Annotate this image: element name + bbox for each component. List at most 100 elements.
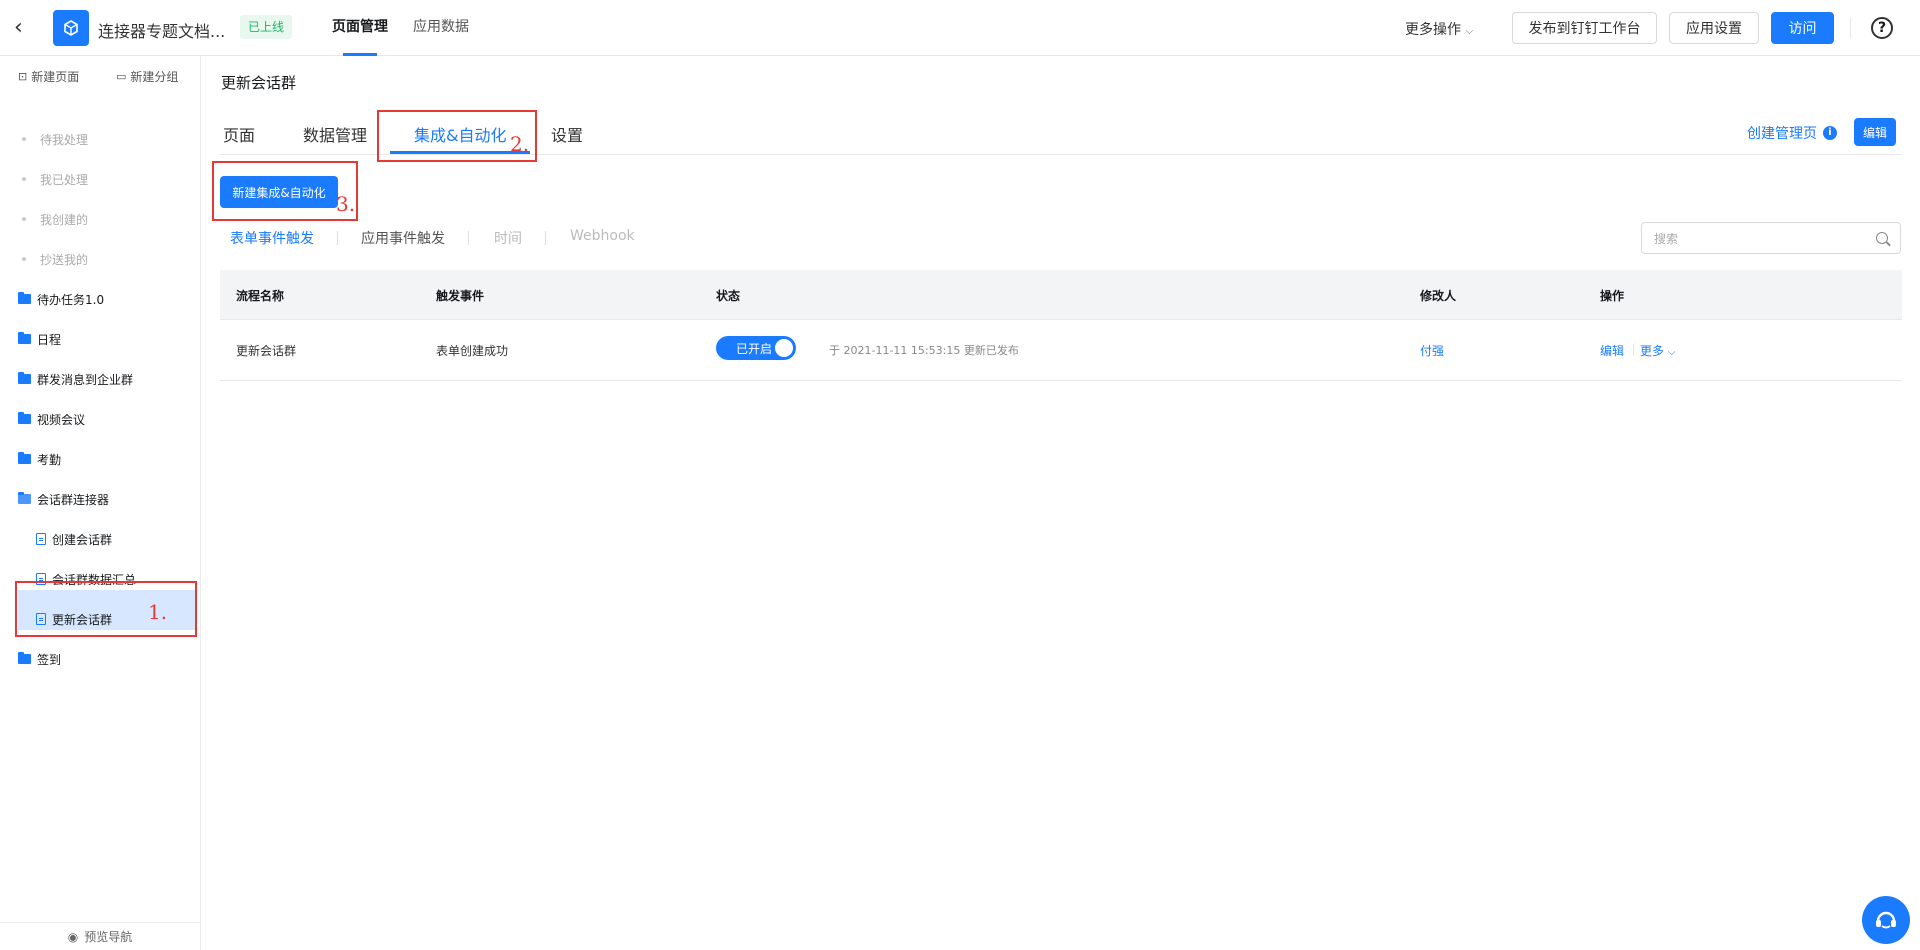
app-name[interactable]: 连接器专题文档...	[98, 18, 225, 42]
bullet-icon	[22, 217, 26, 221]
subtab-app-event[interactable]: 应用事件触发	[361, 228, 445, 248]
status-toggle-label: 已开启	[736, 341, 773, 356]
tab-page[interactable]: 页面	[223, 122, 255, 146]
eye-icon: ◉	[67, 929, 79, 944]
preview-nav-label: 预览导航	[84, 930, 133, 944]
search-input[interactable]: 搜索	[1641, 222, 1901, 254]
edit-button[interactable]: 编辑	[1854, 118, 1896, 146]
folder-icon	[18, 372, 31, 384]
sidebar-folder-checkin[interactable]: 签到	[18, 649, 61, 669]
sidebar-item-label: 我已处理	[40, 172, 89, 187]
sidebar-item-label: 签到	[37, 652, 62, 667]
sidebar-item-label: 视频会议	[37, 412, 86, 427]
folder-icon	[18, 292, 31, 304]
subtab-form-event[interactable]: 表单事件触发	[230, 228, 314, 248]
new-group-button[interactable]: ▭ 新建分组	[116, 68, 178, 85]
sidebar-item-label: 日程	[37, 332, 62, 347]
subtab-separator	[468, 231, 469, 245]
sidebar-item-create-group[interactable]: 创建会话群	[36, 529, 112, 549]
search-placeholder: 搜索	[1654, 231, 1679, 246]
sidebar-item-label: 会话群连接器	[37, 492, 110, 507]
sidebar-item-label: 抄送我的	[40, 252, 89, 267]
row-more-label: 更多	[1640, 344, 1665, 358]
row-more-dropdown[interactable]: 更多 ⌵	[1640, 342, 1675, 359]
column-header-actions: 操作	[1600, 289, 1625, 303]
bullet-icon	[22, 177, 26, 181]
sidebar-folder-schedule[interactable]: 日程	[18, 329, 61, 349]
new-folder-icon: ▭	[116, 70, 127, 83]
sidebar-item-label: 我创建的	[40, 212, 89, 227]
folder-icon	[18, 452, 31, 464]
sidebar-item-label: 待我处理	[40, 132, 89, 147]
column-header-status: 状态	[716, 289, 741, 303]
nav-tab-page-management[interactable]: 页面管理	[332, 16, 388, 36]
sidebar-folder-group-connector[interactable]: 会话群连接器	[18, 489, 109, 509]
folder-icon	[18, 332, 31, 344]
action-separator	[1633, 344, 1634, 356]
sidebar-item-label: 创建会话群	[52, 532, 113, 547]
sidebar: ⊡ 新建页面 ▭ 新建分组 待我处理 我已处理 我创建的 抄送我的 待办任务1.0 …	[0, 56, 201, 950]
publish-meta-text: 于 2021-11-11 15:53:15 更新已发布	[829, 344, 1019, 357]
sidebar-folder-todo[interactable]: 待办任务1.0	[18, 289, 104, 309]
table-row: 更新会话群 表单创建成功 已开启 于 2021-11-11 15:53:15 更…	[220, 320, 1902, 381]
status-badge: 已上线	[240, 15, 293, 39]
sidebar-item-label: 群发消息到企业群	[37, 372, 134, 387]
nav-tab-app-data[interactable]: 应用数据	[413, 16, 469, 36]
tab-settings[interactable]: 设置	[551, 122, 583, 146]
back-arrow-icon[interactable]: ‹	[14, 16, 34, 40]
table-header: 流程名称 触发事件 状态 修改人 操作	[220, 270, 1902, 320]
chevron-down-icon: ⌵	[1667, 347, 1676, 358]
subtab-webhook[interactable]: Webhook	[570, 228, 635, 244]
create-admin-page-link[interactable]: 创建管理页 i	[1747, 123, 1837, 143]
visit-button[interactable]: 访问	[1771, 12, 1834, 44]
top-bar: ‹ 连接器专题文档... 已上线 页面管理 应用数据 更多操作 ⌵ 发布到钉钉工…	[0, 0, 1920, 56]
status-toggle[interactable]: 已开启	[716, 336, 796, 360]
app-settings-button[interactable]: 应用设置	[1669, 12, 1759, 44]
column-header-name: 流程名称	[236, 289, 285, 303]
subtab-separator	[545, 231, 546, 245]
headset-icon	[1876, 911, 1896, 929]
app-logo-icon[interactable]	[53, 10, 89, 46]
folder-icon	[18, 412, 31, 424]
new-page-label: 新建页面	[31, 70, 80, 84]
help-icon[interactable]: ?	[1871, 17, 1893, 39]
chevron-down-icon: ⌵	[1465, 26, 1474, 37]
subtab-separator	[337, 231, 338, 245]
sidebar-item-processed[interactable]: 我已处理	[18, 169, 88, 189]
sidebar-item-cc[interactable]: 抄送我的	[18, 249, 88, 269]
annotation-step1: 1.	[148, 600, 168, 624]
bullet-icon	[22, 257, 26, 261]
tab-data-management[interactable]: 数据管理	[303, 122, 367, 146]
annotation-box-step1	[15, 581, 197, 637]
more-actions-label: 更多操作	[1405, 22, 1461, 38]
topbar-divider	[1850, 18, 1851, 38]
trigger-event-cell: 表单创建成功	[436, 344, 509, 358]
publish-to-dingtalk-button[interactable]: 发布到钉钉工作台	[1512, 12, 1657, 44]
folder-open-icon	[18, 492, 31, 504]
annotation-step2: 2.	[510, 132, 530, 156]
new-group-label: 新建分组	[130, 70, 179, 84]
search-icon[interactable]	[1876, 232, 1888, 244]
row-edit-link[interactable]: 编辑	[1600, 342, 1624, 359]
sidebar-folder-attendance[interactable]: 考勤	[18, 449, 61, 469]
subtab-time[interactable]: 时间	[494, 228, 522, 248]
customer-service-button[interactable]	[1862, 896, 1910, 944]
new-page-button[interactable]: ⊡ 新建页面	[18, 68, 79, 85]
flow-name-cell: 更新会话群	[236, 344, 297, 358]
new-page-icon: ⊡	[18, 70, 28, 83]
sidebar-item-label: 考勤	[37, 452, 62, 467]
sidebar-folder-video[interactable]: 视频会议	[18, 409, 85, 429]
modifier-link[interactable]: 付强	[1420, 342, 1444, 359]
sidebar-item-label: 待办任务1.0	[37, 292, 105, 307]
column-header-event: 触发事件	[436, 289, 485, 303]
folder-icon	[18, 652, 31, 664]
main-content: 更新会话群 页面 数据管理 集成&自动化 设置 创建管理页 i 编辑 新建集成&…	[202, 56, 1920, 950]
sidebar-item-pending[interactable]: 待我处理	[18, 129, 88, 149]
sidebar-folder-broadcast[interactable]: 群发消息到企业群	[18, 369, 133, 389]
column-header-modifier: 修改人	[1420, 289, 1457, 303]
document-icon	[36, 533, 46, 545]
preview-nav-button[interactable]: ◉ 预览导航	[0, 922, 200, 950]
annotation-step3: 3.	[336, 192, 356, 216]
sidebar-item-created[interactable]: 我创建的	[18, 209, 88, 229]
more-actions-dropdown[interactable]: 更多操作 ⌵	[1405, 19, 1473, 39]
